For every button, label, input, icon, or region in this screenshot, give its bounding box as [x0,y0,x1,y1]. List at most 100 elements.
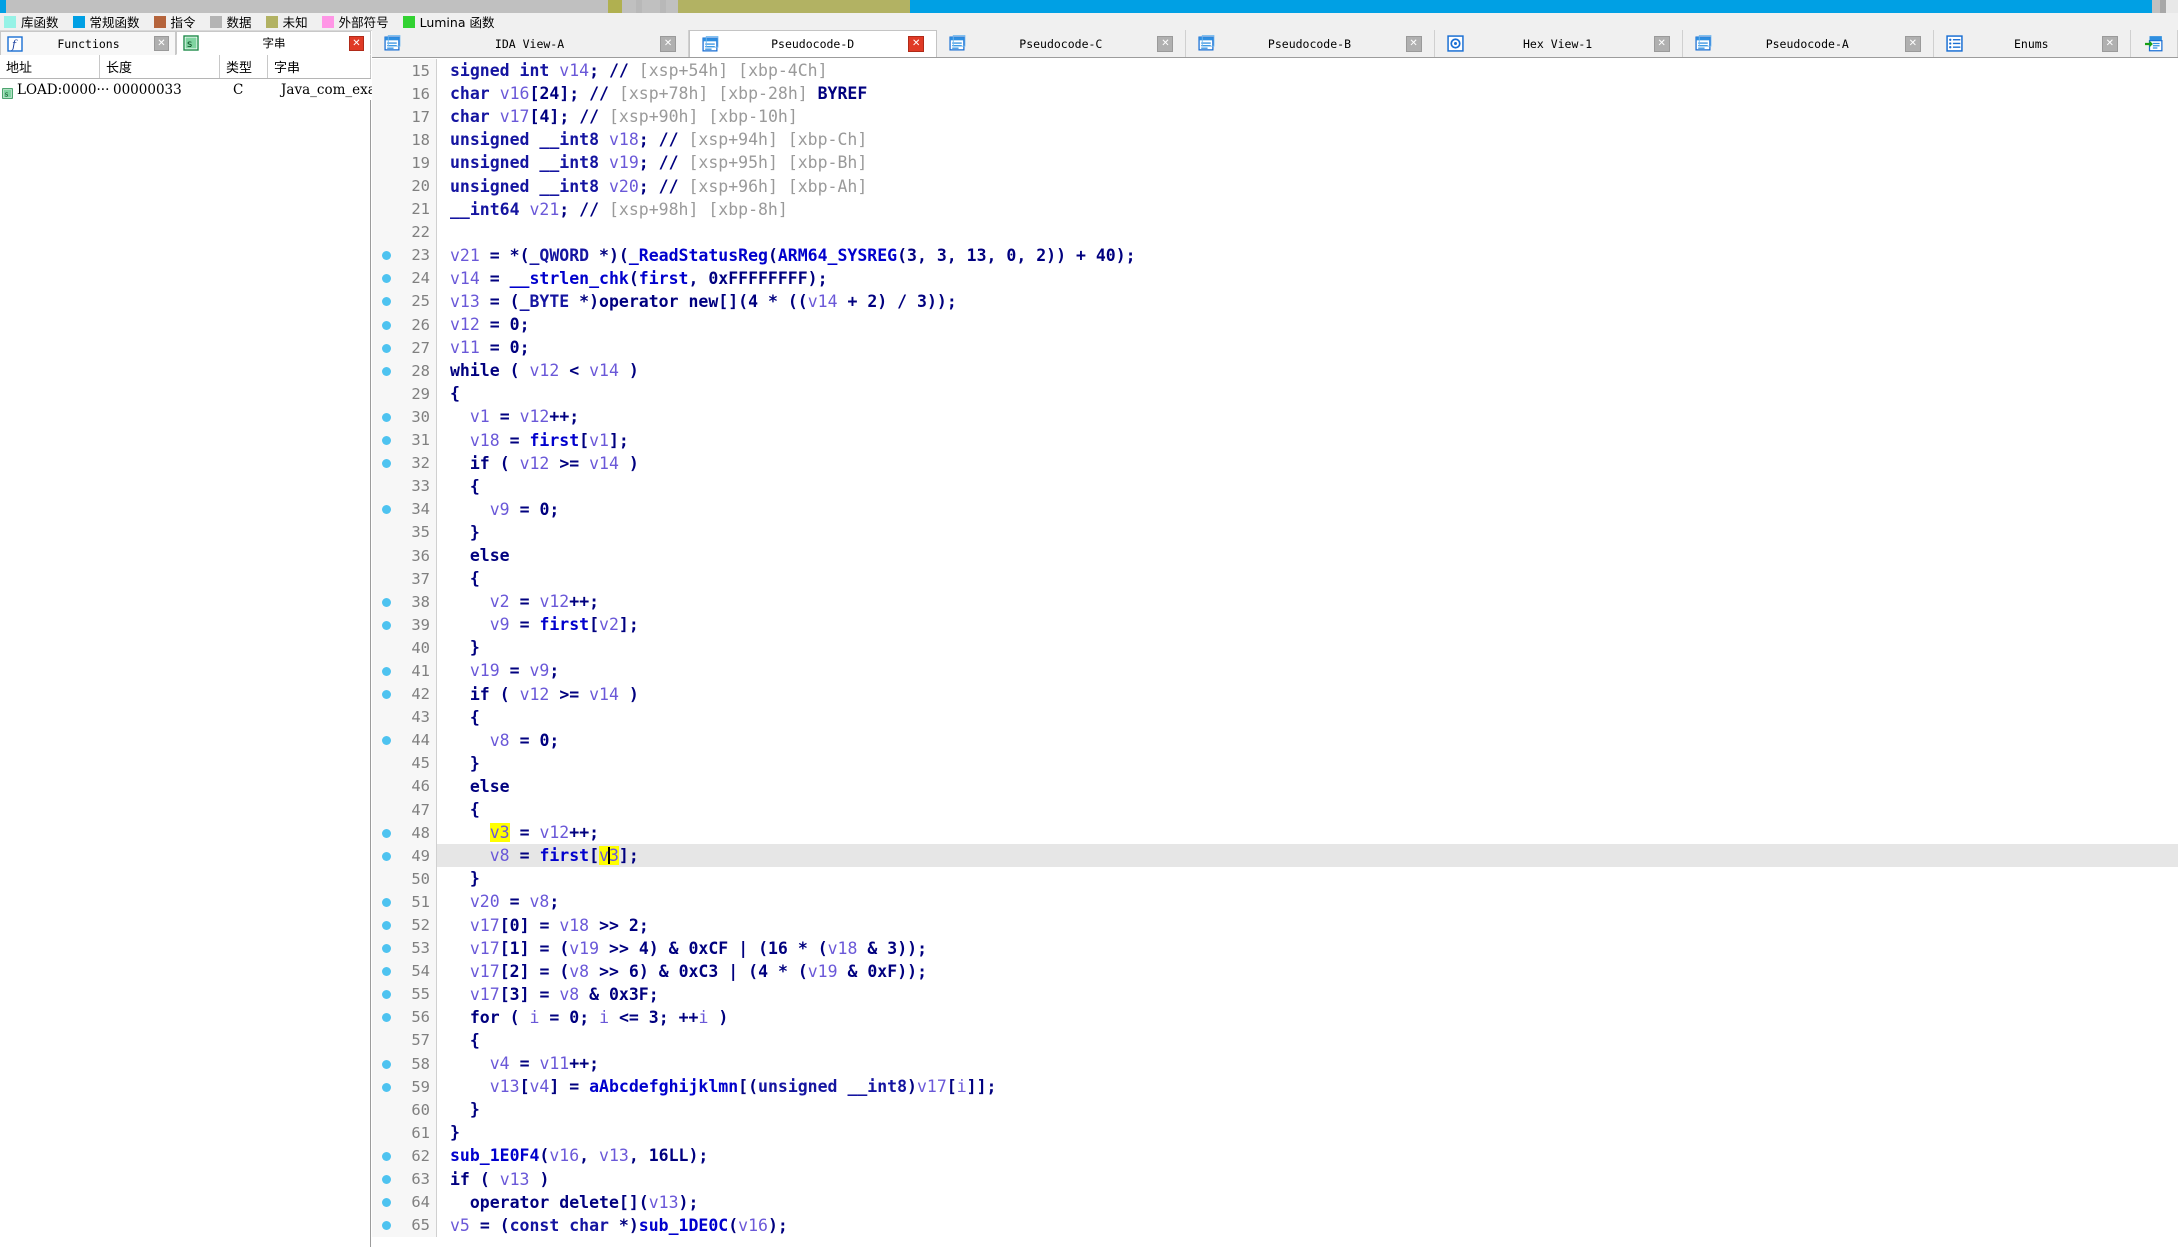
line-gutter[interactable]: 15 [372,59,436,83]
code-line[interactable]: 29 { [372,382,2178,406]
code-line[interactable]: 27 v11 = 0; [372,336,2178,360]
code-line[interactable]: 65 v5 = (const char *)sub_1DE0C(v16); [372,1213,2178,1237]
code-text[interactable]: v14 = __strlen_chk(first, 0xFFFFFFFF); [436,269,828,288]
breakpoint-dot-icon[interactable] [382,944,391,954]
code-text[interactable]: { [436,1031,480,1050]
close-icon[interactable]: ✕ [1653,35,1670,52]
line-gutter[interactable]: 31 [372,428,436,452]
line-gutter[interactable]: 28 [372,359,436,383]
close-icon[interactable]: ✕ [154,36,169,51]
breakpoint-dot-icon[interactable] [382,343,391,353]
close-icon[interactable]: ✕ [349,35,364,51]
line-gutter[interactable]: 37 [372,567,436,591]
code-text[interactable]: while ( v12 < v14 ) [436,361,639,380]
navigator-segment[interactable] [666,0,678,13]
breakpoint-dot-icon[interactable] [382,251,391,261]
breakpoint-dot-icon[interactable] [382,1082,391,1092]
code-text[interactable]: v8 = 0; [436,731,560,750]
code-line[interactable]: 46 else [372,774,2178,798]
code-line[interactable]: 37 { [372,567,2178,591]
code-text[interactable]: v1 = v12++; [436,407,579,426]
line-gutter[interactable]: 47 [372,798,436,822]
code-text[interactable]: v19 = v9; [436,661,559,680]
line-gutter[interactable]: 19 [372,151,436,175]
code-text[interactable]: } [436,754,480,773]
code-text[interactable]: v13[v4] = aAbcdefghijklmn[(unsigned __in… [436,1077,997,1096]
code-line[interactable]: 50 } [372,867,2178,891]
line-gutter[interactable]: 54 [372,959,436,983]
code-line[interactable]: 21 __int64 v21; // [xsp+98h] [xbp-8h] [372,197,2178,221]
line-gutter[interactable]: 56 [372,1005,436,1029]
code-line[interactable]: 55 v17[3] = v8 & 0x3F; [372,982,2178,1006]
breakpoint-dot-icon[interactable] [382,666,391,676]
breakpoint-dot-icon[interactable] [382,990,391,1000]
breakpoint-dot-icon[interactable] [382,1175,391,1184]
breakpoint-dot-icon[interactable] [382,897,391,907]
breakpoint-dot-icon[interactable] [382,436,391,445]
line-gutter[interactable]: 53 [372,936,436,960]
line-gutter[interactable]: 60 [372,1098,436,1122]
line-gutter[interactable]: 59 [372,1075,436,1099]
line-gutter[interactable]: 65 [372,1213,436,1237]
navigator-segment[interactable] [910,0,2152,13]
code-tabstrip[interactable]: IDA View-A ✕ Pseudocode-D ✕ Pseudocode-C ✕ Pse… [372,30,2178,58]
code-text[interactable]: } [436,1123,460,1142]
code-text[interactable]: v5 = (const char *)sub_1DE0C(v16); [436,1216,788,1235]
breakpoint-dot-icon[interactable] [382,597,391,607]
column-header[interactable]: 类型 [220,55,268,78]
code-line[interactable]: 22 [372,220,2178,244]
navigator-segment[interactable] [608,0,622,13]
code-tab-ida-view-a[interactable]: IDA View-A ✕ [372,30,690,57]
line-gutter[interactable]: 23 [372,243,436,267]
code-text[interactable]: if ( v12 >= v14 ) [436,685,639,704]
code-line[interactable]: 39 v9 = first[v2]; [372,613,2178,637]
line-gutter[interactable]: 43 [372,705,436,729]
code-line[interactable]: 47 { [372,798,2178,822]
line-gutter[interactable]: 32 [372,451,436,475]
breakpoint-dot-icon[interactable] [382,1151,391,1161]
code-line[interactable]: 57 { [372,1028,2178,1053]
code-text[interactable]: char v17[4]; // [xsp+90h] [xbp-10h] [436,107,798,126]
code-line[interactable]: 42 if ( v12 >= v14 ) [372,682,2178,706]
code-line[interactable]: 58 v4 = v11++; [372,1052,2178,1076]
line-gutter[interactable]: 49 [372,844,436,868]
line-gutter[interactable]: 51 [372,890,436,914]
code-line[interactable]: 54 v17[2] = (v8 >> 6) & 0xC3 | (4 * (v19… [372,959,2178,983]
code-line[interactable]: 17 char v17[4]; // [xsp+90h] [xbp-10h] [372,105,2178,129]
code-text[interactable]: if ( v13 ) [436,1170,549,1189]
code-line[interactable]: 33 { [372,474,2178,498]
line-gutter[interactable]: 63 [372,1167,436,1191]
close-icon[interactable]: ✕ [1405,35,1422,52]
code-text[interactable]: v17[0] = v18 >> 2; [436,916,649,935]
breakpoint-dot-icon[interactable] [382,459,391,469]
code-line[interactable]: 31 v18 = first[v1]; [372,428,2178,452]
breakpoint-dot-icon[interactable] [382,1198,391,1208]
code-text[interactable]: { [436,384,460,403]
code-text[interactable]: v2 = v12++; [436,592,599,611]
code-text[interactable]: v8 = first[v3]; [436,846,639,866]
breakpoint-dot-icon[interactable] [382,828,391,838]
code-text[interactable]: else [436,546,510,565]
code-line[interactable]: 25 v13 = (_BYTE *)operator new[](4 * ((v1… [372,289,2178,314]
line-gutter[interactable]: 57 [372,1028,436,1053]
code-line[interactable]: 38 v2 = v12++; [372,590,2178,614]
code-line[interactable]: 30 v1 = v12++; [372,405,2178,429]
code-text[interactable]: v17[1] = (v19 >> 4) & 0xCF | (16 * (v18 … [436,939,927,958]
code-text[interactable]: } [436,1100,480,1119]
line-gutter[interactable]: 45 [372,751,436,775]
line-gutter[interactable]: 62 [372,1144,436,1168]
left-tab-functions[interactable]: f Functions ✕ [0,31,176,55]
line-gutter[interactable]: 34 [372,497,436,521]
line-gutter[interactable]: 16 [372,82,436,106]
code-line[interactable]: 61} [372,1121,2178,1145]
line-gutter[interactable]: 44 [372,728,436,752]
code-tab-enums[interactable]: Enums ✕ [1933,30,2131,57]
line-gutter[interactable]: 35 [372,520,436,544]
navigator-segment[interactable] [622,0,636,13]
close-icon[interactable]: ✕ [908,36,925,52]
navigator-segment[interactable] [642,0,660,13]
code-text[interactable]: for ( i = 0; i <= 3; ++i ) [436,1008,728,1027]
code-text[interactable]: v4 = v11++; [436,1054,599,1073]
code-text[interactable]: v17[2] = (v8 >> 6) & 0xC3 | (4 * (v19 & … [436,962,927,981]
code-line[interactable]: 20 unsigned __int8 v20; // [xsp+96h] [xbp… [372,174,2178,198]
